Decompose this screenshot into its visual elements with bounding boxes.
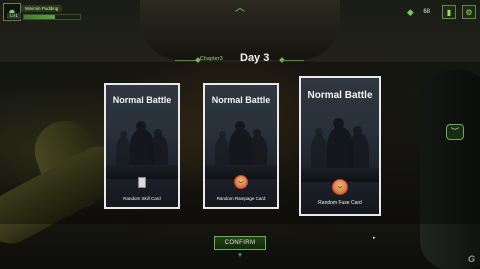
side-expand-button[interactable]: ︶ — [446, 124, 464, 140]
reward-label: Random Rampage Card — [216, 196, 266, 201]
top-bar: ☻ Minimin Pudding LV1 ︿ ◆ 68 ▮ ⚙ — [0, 0, 480, 24]
player-level: LV1 — [7, 13, 21, 19]
card-title: Normal Battle — [211, 95, 271, 105]
confirm-button[interactable]: CONFIRM — [214, 236, 266, 250]
chevron-down-icon: ▾ — [238, 252, 242, 259]
battle-card-3-selected[interactable]: Normal Battle ᴗ Random Fuse Card — [299, 76, 381, 216]
chevron-down-icon: ︶ — [451, 127, 459, 136]
currency-value: 68 — [423, 9, 430, 15]
day-title: Day 3 — [240, 52, 270, 64]
settings-button[interactable]: ⚙ — [462, 5, 476, 19]
fuse-face-icon: ᴗ — [332, 179, 348, 195]
soldiers-artwork — [205, 119, 277, 179]
watermark-logo: G — [467, 254, 475, 264]
battle-card-2[interactable]: Normal Battle ᴗ Random Rampage Card — [203, 83, 279, 209]
reward-label: Random Fuse Card — [318, 200, 362, 206]
cursor-icon: ▸ — [373, 235, 376, 241]
card-title: Normal Battle — [112, 95, 172, 105]
chapter-label: Chapter3 — [200, 56, 223, 62]
xp-bar-fill — [24, 15, 55, 19]
divider — [175, 60, 197, 61]
soldiers-artwork — [301, 116, 379, 182]
card-title: Normal Battle — [307, 90, 373, 101]
resource-area: ◆ 68 ▮ ⚙ — [403, 4, 476, 20]
inventory-button[interactable]: ▮ — [442, 5, 456, 19]
battle-card-1[interactable]: Normal Battle Random Skill Card — [104, 83, 180, 209]
divider — [282, 60, 304, 61]
rampage-face-icon: ᴗ — [234, 175, 248, 189]
gear-icon: ⚙ — [465, 7, 473, 17]
skill-card-icon — [138, 177, 146, 188]
chapter-header: Chapter3 Day 3 — [0, 50, 480, 66]
grenade-icon: ◆ — [406, 6, 414, 17]
player-profile[interactable]: ☻ Minimin Pudding LV1 — [3, 3, 95, 21]
reward-label: Random Skill Card — [123, 196, 161, 201]
soldiers-artwork — [106, 119, 178, 179]
chevron-up-icon[interactable]: ︿ — [234, 4, 246, 14]
player-name: Minimin Pudding — [21, 5, 63, 12]
xp-bar — [23, 14, 81, 20]
